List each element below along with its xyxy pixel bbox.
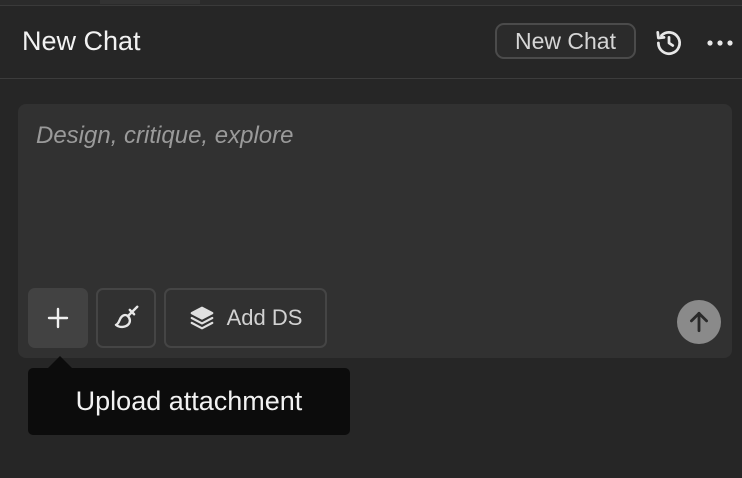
tooltip-text: Upload attachment (75, 386, 303, 416)
more-horizontal-icon (707, 40, 733, 46)
upload-tooltip: Upload attachment (28, 368, 350, 435)
chat-composer: Design, critique, explore Add DS (18, 104, 732, 358)
tooltip-arrow (48, 356, 72, 368)
message-input[interactable]: Design, critique, explore (36, 120, 696, 160)
paintbrush-icon (114, 305, 139, 329)
new-chat-button[interactable]: New Chat (495, 23, 636, 59)
add-ds-label: Add DS (226, 305, 303, 330)
page-title: New Chat (22, 26, 141, 56)
add-design-system-button[interactable]: Add DS (164, 288, 327, 348)
plus-icon (47, 307, 69, 329)
arrow-up-icon (690, 311, 708, 333)
tab-indicator[interactable] (100, 0, 200, 4)
chat-panel: New Chat New Chat Design, critique, expl… (0, 0, 742, 478)
history-button[interactable] (652, 26, 686, 60)
send-button[interactable] (677, 300, 721, 344)
chat-header: New Chat New Chat (0, 6, 742, 79)
upload-attachment-button[interactable] (28, 288, 88, 348)
layers-icon (190, 306, 213, 330)
history-icon (656, 31, 681, 55)
more-options-button[interactable] (704, 26, 736, 60)
brush-tool-button[interactable] (96, 288, 156, 348)
